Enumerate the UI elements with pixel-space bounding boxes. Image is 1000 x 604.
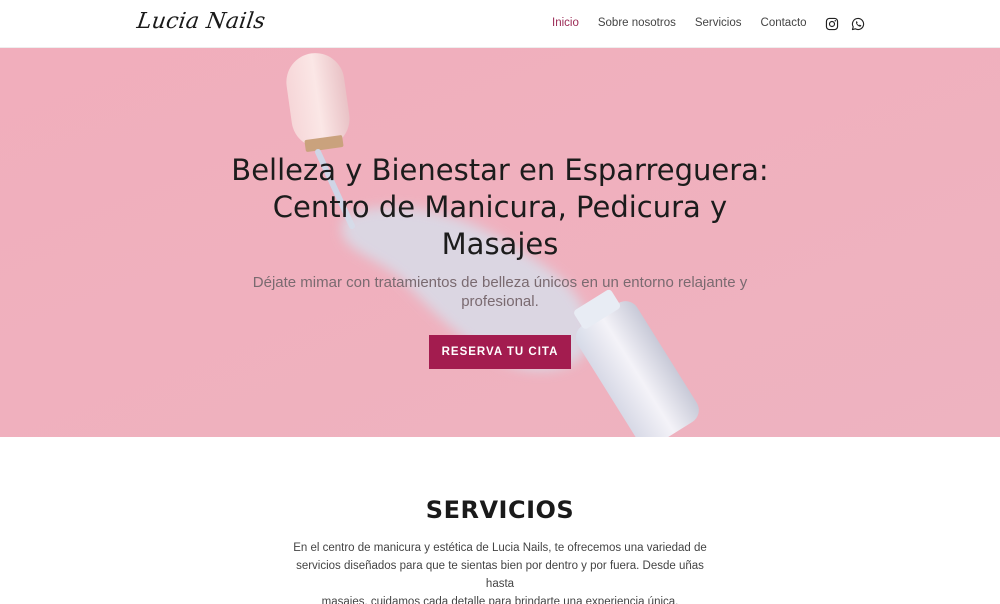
hero-title-line: Centro de Manicura, Pedicura y (272, 190, 728, 224)
site-header: Lucia Nails Inicio Sobre nosotros Servic… (0, 0, 1000, 48)
instagram-icon[interactable] (825, 17, 839, 31)
hero-subtitle-line: Déjate mimar con tratamientos de belleza… (252, 274, 748, 291)
hero-title-line: Belleza y Bienestar en Esparreguera: (231, 153, 769, 187)
hero-title-line: Masajes (441, 227, 559, 261)
services-text-line: En el centro de manicura y estética de L… (293, 542, 707, 554)
nav-item-contacto[interactable]: Contacto (761, 17, 807, 33)
services-text-line: servicios diseñados para que te sientas … (296, 560, 704, 590)
nav-item-servicios[interactable]: Servicios (695, 17, 742, 33)
main-nav: Inicio Sobre nosotros Servicios Contacto (552, 17, 826, 33)
hero-subtitle-line: profesional. (461, 293, 539, 310)
hero-section: Belleza y Bienestar en Esparreguera: Cen… (0, 48, 1000, 437)
site-logo[interactable]: Lucia Nails (135, 9, 267, 34)
book-appointment-button[interactable]: RESERVA TU CITA (429, 335, 571, 369)
services-description: En el centro de manicura y estética de L… (285, 539, 715, 604)
services-text-line: masajes, cuidamos cada detalle para brin… (321, 596, 679, 604)
nav-item-sobre-nosotros[interactable]: Sobre nosotros (598, 17, 676, 33)
social-links (825, 17, 877, 31)
hero-subtitle: Déjate mimar con tratamientos de belleza… (225, 273, 775, 311)
nav-item-inicio[interactable]: Inicio (552, 17, 579, 33)
services-title: SERVICIOS (425, 496, 575, 524)
whatsapp-icon[interactable] (851, 17, 865, 31)
hero-title: Belleza y Bienestar en Esparreguera: Cen… (150, 152, 850, 263)
